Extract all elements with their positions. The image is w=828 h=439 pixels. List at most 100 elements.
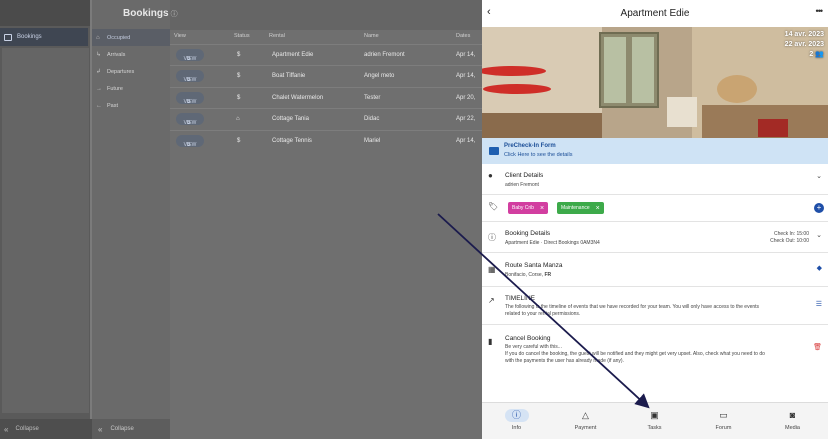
route-city: Bonifacio, Corse,	[505, 272, 545, 278]
add-tag-button[interactable]: +	[814, 203, 824, 213]
collapse-label: Collapse	[15, 426, 39, 432]
column-view: View	[174, 33, 186, 39]
view-button[interactable]: ⧉ VIEW	[176, 92, 204, 105]
list-icon[interactable]: ☰	[816, 300, 822, 308]
chat-icon: ▭	[719, 410, 728, 420]
view-label: VIEW	[183, 77, 197, 83]
chevron-down-icon[interactable]: ⌄	[816, 231, 822, 239]
route-section[interactable]: ▦ Route Santa Manza Bonifacio, Corse, FR…	[482, 253, 828, 287]
more-options-icon[interactable]: •••	[816, 6, 824, 16]
remove-tag-icon[interactable]: ×	[596, 205, 600, 212]
sidebar-item-bookings[interactable]: Bookings	[0, 28, 88, 46]
tab-tasks[interactable]: ▣ Tasks	[620, 403, 689, 439]
info-icon: ⓘ	[488, 233, 496, 242]
remove-tag-icon[interactable]: ×	[540, 205, 544, 212]
column-rental: Rental	[269, 33, 285, 39]
tab-media[interactable]: ◙ Media	[758, 403, 827, 439]
directions-icon[interactable]: ◆	[817, 264, 822, 272]
check-out-time: Check Out: 10:00	[770, 238, 809, 244]
table-row: ⧉ VIEW $ Apartment Edie adrien Fremont Ap…	[170, 44, 482, 65]
status-icon: $	[237, 95, 241, 101]
view-button[interactable]: ⧉ VIEW	[176, 135, 204, 148]
bookings-main: Bookings ⓘ View Status Rental Name Dates …	[123, 0, 482, 439]
tab-forum[interactable]: ▭ Forum	[689, 403, 758, 439]
view-label: VIEW	[183, 56, 197, 62]
booking-filter-nav: ⌂ Occupied ↳ Arrivals ↲ Departures → Fut…	[92, 29, 170, 114]
client-details-section[interactable]: ● Client Details adrien Fremont ⌄	[482, 164, 828, 195]
person-icon: ●	[488, 171, 493, 180]
info-icon: ⓘ	[504, 409, 529, 422]
cancel-booking-section[interactable]: ▮ Cancel Booking Be very careful with th…	[482, 325, 828, 373]
nav-item-label: Arrivals	[107, 51, 126, 58]
nav-item-future[interactable]: → Future	[92, 80, 170, 97]
home-icon: ⌂	[96, 34, 100, 41]
timeline-section[interactable]: ↗ TIMELINE The following is the timeline…	[482, 287, 828, 325]
double-chevron-left-icon: «	[4, 424, 9, 434]
info-icon[interactable]: ⓘ	[171, 11, 178, 18]
cancel-desc-3: with the payments the user has already m…	[505, 358, 624, 364]
table-row: ⧉ VIEW $ Boat Tiffanie Angel meto Apr 14,	[170, 65, 482, 86]
departure-icon: ↲	[96, 68, 102, 75]
detail-title: Apartment Edie	[620, 8, 690, 19]
view-button[interactable]: ⧉ VIEW	[176, 70, 204, 83]
nav-item-past[interactable]: ← Past	[92, 97, 170, 114]
back-arrow-icon[interactable]: ‹	[487, 6, 491, 18]
tag-chip-maintenance[interactable]: Maintenance ×	[557, 202, 604, 214]
booking-details-subtitle: Apartment Edie · Direct Bookings 0AM3N4	[505, 240, 600, 246]
timeline-desc-2: related to your rental permissions.	[505, 311, 581, 317]
arrival-icon: ↳	[96, 51, 102, 58]
past-icon: ←	[96, 102, 102, 109]
nav-item-occupied[interactable]: ⌂ Occupied	[92, 29, 170, 46]
client-name: adrien Fremont	[505, 182, 539, 188]
nav-item-arrivals[interactable]: ↳ Arrivals	[92, 46, 170, 63]
table-row: ⧉ VIEW $ Chalet Watermelon Tester Apr 20,	[170, 87, 482, 108]
tab-label: Info	[511, 425, 522, 431]
table-header: View Status Rental Name Dates	[170, 31, 482, 43]
precheck-banner[interactable]: PreCheck-In Form Click Here to see the d…	[482, 138, 828, 164]
tab-payment[interactable]: △ Payment	[551, 403, 620, 439]
nav-item-label: Past	[107, 102, 119, 109]
chevron-down-icon[interactable]: ⌄	[816, 172, 822, 180]
tab-info[interactable]: ⓘ Info	[482, 403, 551, 439]
dates-cell: Apr 14,	[456, 73, 476, 79]
column-status: Status	[234, 33, 250, 39]
name-cell: Mariel	[364, 138, 381, 144]
rental-cell: Boat Tiffanie	[272, 73, 306, 79]
detail-topbar: ‹ Apartment Edie •••	[482, 0, 828, 27]
collapse-label: Collapse	[110, 426, 134, 432]
nav-item-departures[interactable]: ↲ Departures	[92, 63, 170, 80]
route-address: Bonifacio, Corse, FR	[505, 272, 551, 278]
booking-details-section[interactable]: ⓘ Booking Details Apartment Edie · Direc…	[482, 222, 828, 253]
tab-label: Forum	[715, 425, 732, 431]
view-button[interactable]: ⧉ VIEW	[176, 113, 204, 126]
tag-chip-baby-crib[interactable]: Baby Crib ×	[508, 202, 549, 214]
view-label: VIEW	[183, 99, 197, 105]
view-label: VIEW	[183, 142, 197, 148]
status-icon: $	[237, 138, 241, 144]
check-in-time: Check In: 15:00	[773, 231, 809, 237]
name-cell: Tester	[364, 95, 381, 101]
timeline-icon: ↗	[488, 296, 495, 305]
double-chevron-left-icon: «	[98, 424, 103, 434]
nav-item-label: Occupied	[107, 34, 131, 41]
date-from: 14 avr. 2023	[784, 31, 824, 38]
collapse-button[interactable]: « Collapse	[0, 419, 92, 439]
cancel-desc-2: If you do cancel the booking, the guest …	[505, 351, 765, 357]
column-dates: Dates	[456, 33, 471, 39]
status-icon: $	[237, 73, 241, 79]
tasks-icon: ▣	[650, 410, 659, 420]
name-cell: Angel meto	[364, 73, 395, 79]
route-country: FR	[544, 272, 552, 278]
delete-icon[interactable]: 🗑	[813, 343, 822, 351]
booking-filter-sidebar: ⌂ Occupied ↳ Arrivals ↲ Departures → Fut…	[92, 0, 170, 439]
tab-label: Media	[785, 425, 800, 431]
rental-cell: Cottage Tania	[272, 116, 309, 122]
date-to: 22 avr. 2023	[784, 41, 824, 48]
table-row: ⧉ VIEW $ Cottage Tennis Mariel Apr 14,	[170, 130, 482, 151]
precheck-subtitle: Click Here to see the details	[504, 152, 573, 158]
stay-dates: 14 avr. 2023 22 avr. 2023 2 👥	[785, 30, 824, 60]
view-button[interactable]: ⧉ VIEW	[176, 49, 204, 62]
status-icon: ⌂	[236, 116, 240, 122]
trash-icon: ▮	[488, 337, 493, 346]
sub-collapse-button[interactable]: « Collapse	[92, 419, 170, 439]
